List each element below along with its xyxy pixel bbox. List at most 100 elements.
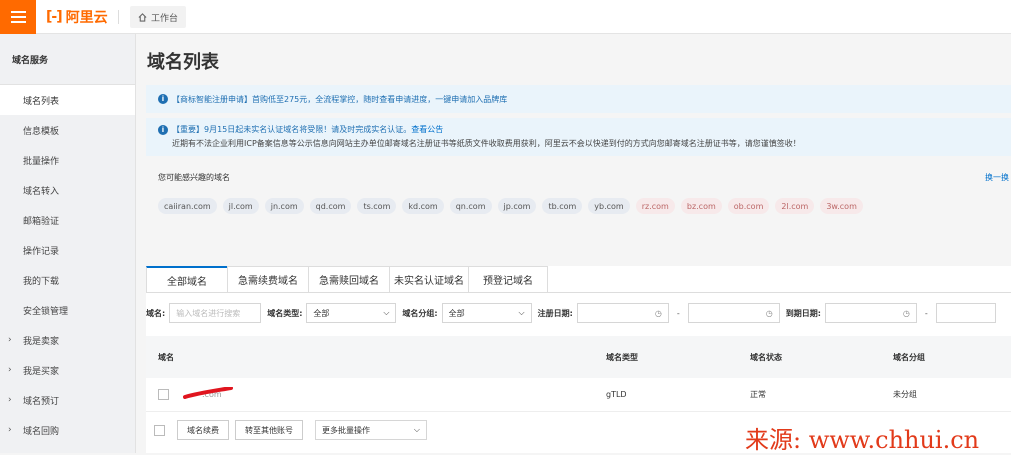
domain-chip[interactable]: jl.com (222, 198, 259, 214)
important-notice: i 【重要】9月15日起未实名认证域名将受限！请及时完成实名认证。查看公告 近期有… (146, 118, 1011, 156)
tab-renew-urgent[interactable]: 急需续费域名 (227, 266, 309, 292)
notice-detail: 近期有不法企业利用ICP备案信息等公示信息向网站主办单位邮寄域名注册证书等纸质文… (172, 139, 801, 148)
bulk-actions: 域名续费 转至其他账号 更多批量操作 ⌵ (146, 418, 427, 442)
sidebar-item-info-template[interactable]: 信息模板 (0, 115, 135, 145)
type-filter-label: 域名类型: (267, 308, 303, 318)
home-icon (138, 12, 147, 22)
sidebar-item-label: 我的下载 (23, 276, 60, 287)
tab-unverified[interactable]: 未实名认证域名 (389, 266, 469, 292)
domain-chip[interactable]: tb.com (542, 198, 583, 214)
exp-date-end[interactable] (935, 303, 996, 323)
date-range-dash: - (676, 308, 680, 318)
sidebar-item-transfer-in[interactable]: 域名转入 (0, 175, 135, 205)
notice-text: 【商标智能注册申请】首购低至275元，全流程掌控，随时查看申请进度，一键申请加入… (172, 94, 508, 104)
reg-date-start[interactable]: ◷ (576, 303, 669, 323)
sidebar-item-label: 域名回购 (23, 426, 60, 437)
row-group: 未分组 (893, 390, 917, 399)
col-header-group: 域名分组 (893, 352, 925, 362)
logo-text: 阿里云 (65, 10, 108, 26)
divider (118, 10, 119, 24)
domain-search-input[interactable]: 输入域名进行搜索 (169, 303, 262, 323)
domain-chips: caiiran.com jl.com jn.com qd.com ts.com … (158, 198, 863, 214)
domain-chip[interactable]: kd.com (402, 198, 444, 214)
refresh-link[interactable]: 换一换 (985, 172, 1009, 183)
menu-icon[interactable] (0, 0, 36, 34)
transfer-account-button[interactable]: 转至其他账号 (235, 420, 303, 440)
chevron-right-icon: › (8, 425, 12, 435)
row-type: gTLD (606, 390, 627, 399)
select-value: 更多批量操作 (322, 425, 370, 435)
domain-group-select[interactable]: 全部 ⌵ (441, 303, 532, 323)
calendar-icon: ◷ (765, 308, 773, 318)
table-header: 域名 域名类型 域名状态 域名分组 (146, 336, 1011, 378)
domain-chip[interactable]: jp.com (497, 198, 537, 214)
view-announcement-link[interactable]: 查看公告 (411, 125, 443, 134)
info-icon: i (158, 125, 168, 135)
reg-date-end[interactable]: ◷ (687, 303, 780, 323)
date-range-dash: - (924, 308, 928, 318)
table-row: .com gTLD 正常 未分组 (146, 378, 1011, 412)
suggest-title: 您可能感兴趣的域名 (158, 173, 230, 182)
sidebar-item-label: 安全锁管理 (23, 306, 69, 317)
domain-chip[interactable]: ts.com (357, 198, 397, 214)
workbench-label: 工作台 (151, 13, 179, 24)
domain-chip[interactable]: ob.com (727, 198, 770, 214)
renew-button[interactable]: 域名续费 (177, 420, 229, 440)
tab-redeem-urgent[interactable]: 急需赎回域名 (308, 266, 390, 292)
tab-all-domains[interactable]: 全部域名 (146, 266, 228, 292)
domain-tabs: 全部域名 急需续费域名 急需赎回域名 未实名认证域名 预登记域名 (146, 266, 548, 292)
calendar-icon: ◷ (654, 308, 662, 318)
chevron-down-icon: ⌵ (413, 425, 420, 434)
sidebar-item-label: 域名预订 (23, 396, 60, 407)
select-value: 全部 (313, 308, 330, 318)
filter-bar: 域名: 输入域名进行搜索 域名类型: 全部 ⌵ 域名分组: 全部 ⌵ 注册日期: ◷… (146, 302, 996, 324)
sidebar-item-op-log[interactable]: 操作记录 (0, 235, 135, 265)
domain-chip[interactable]: rz.com (635, 198, 675, 214)
redaction-scribble (183, 387, 233, 399)
row-status: 正常 (750, 390, 766, 399)
notice-text: 【重要】9月15日起未实名认证域名将受限！请及时完成实名认证。 (172, 125, 412, 134)
sidebar-item-domain-list[interactable]: 域名列表 (0, 85, 135, 115)
tab-divider (146, 292, 1011, 293)
exp-date-start[interactable]: ◷ (824, 303, 917, 323)
domain-chip[interactable]: 3w.com (820, 198, 863, 214)
row-checkbox[interactable] (158, 389, 169, 400)
top-bar: [-] 阿里云 工作台 (0, 0, 1011, 34)
exp-date-label: 到期日期: (785, 308, 821, 318)
select-all-checkbox[interactable] (154, 424, 165, 436)
reg-date-label: 注册日期: (537, 308, 573, 318)
domain-chip[interactable]: bz.com (680, 198, 722, 214)
sidebar-group-buyback[interactable]: › 域名回购 (0, 415, 135, 445)
domain-chip[interactable]: qd.com (309, 198, 352, 214)
sidebar-item-security-lock[interactable]: 安全锁管理 (0, 295, 135, 325)
main-content: 域名列表 i 【商标智能注册申请】首购低至275元，全流程掌控，随时查看申请进度… (136, 34, 1011, 453)
domain-chip[interactable]: 2l.com (775, 198, 815, 214)
chevron-down-icon: ⌵ (383, 308, 390, 317)
sidebar-item-bulk-ops[interactable]: 批量操作 (0, 145, 135, 175)
info-icon: i (158, 94, 168, 104)
domain-chip[interactable]: caiiran.com (158, 198, 217, 214)
col-header-domain: 域名 (158, 352, 174, 362)
sidebar-item-label: 我是卖家 (23, 336, 60, 347)
chevron-right-icon: › (8, 335, 12, 345)
calendar-icon: ◷ (902, 308, 910, 318)
sidebar-group-seller[interactable]: › 我是卖家 (0, 325, 135, 355)
select-value: 全部 (448, 308, 465, 318)
group-filter-label: 域名分组: (402, 308, 438, 318)
sidebar-group-buyer[interactable]: › 我是买家 (0, 355, 135, 385)
sidebar-item-downloads[interactable]: 我的下载 (0, 265, 135, 295)
tab-preregister[interactable]: 预登记域名 (468, 266, 548, 292)
domain-type-select[interactable]: 全部 ⌵ (306, 303, 397, 323)
domain-chip[interactable]: yb.com (588, 198, 630, 214)
aliyun-logo[interactable]: [-] 阿里云 (46, 7, 108, 27)
domain-chip[interactable]: jn.com (264, 198, 304, 214)
sidebar-item-label: 域名转入 (23, 186, 60, 197)
sidebar-item-email-verify[interactable]: 邮箱验证 (0, 205, 135, 235)
domain-chip[interactable]: qn.com (449, 198, 492, 214)
more-bulk-select[interactable]: 更多批量操作 ⌵ (315, 420, 427, 440)
workbench-button[interactable]: 工作台 (130, 6, 187, 28)
trademark-notice[interactable]: i 【商标智能注册申请】首购低至275元，全流程掌控，随时查看申请进度，一键申请… (146, 85, 1011, 113)
sidebar-group-reserve[interactable]: › 域名预订 (0, 385, 135, 415)
sidebar-item-label: 邮箱验证 (23, 216, 60, 227)
sidebar-item-label: 信息模板 (23, 126, 60, 137)
